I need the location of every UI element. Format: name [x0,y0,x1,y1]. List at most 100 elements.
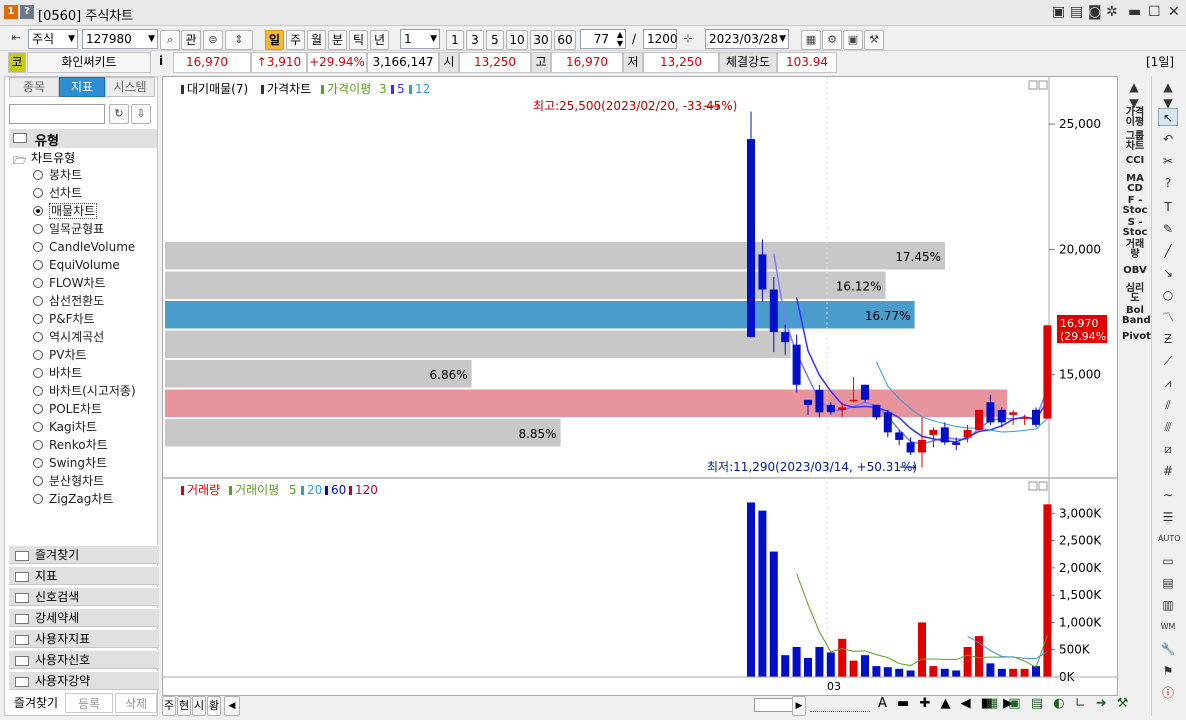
chart-type-item[interactable]: Swing차트 [27,454,107,472]
tab-stock[interactable]: 종목 [9,77,59,97]
date-picker[interactable]: 2023/03/28 ▼ [705,29,789,49]
bottom-tab-market[interactable]: 시 [192,696,206,716]
radio-button[interactable] [33,242,43,252]
document-icon[interactable]: ▤ [1158,574,1178,592]
chart-export-controls[interactable]: ▦ ▣ ▤ ◐ ∟ ➜ ⚒ [986,696,1131,711]
interval-1-button[interactable]: 1 [446,30,464,50]
interval-3-button[interactable]: 3 [466,30,484,50]
auto-icon[interactable]: AUTO [1158,530,1181,548]
radio-button[interactable] [33,386,43,396]
wrench-icon[interactable]: 🔧 [1158,640,1178,658]
shortcut-macd[interactable]: MA CD [1122,174,1148,194]
chart-type-item[interactable]: 봉차트 [27,166,82,184]
period-minute-button[interactable]: 분 [328,30,347,50]
ray-icon[interactable]: ↘ [1158,264,1178,282]
minimize-icon[interactable]: ▬ [1128,4,1141,20]
bottom-tab-week[interactable]: 주 [162,696,176,716]
radio-button[interactable] [33,404,43,414]
chart-type-item[interactable]: ZigZag차트 [27,490,113,508]
window-icon[interactable]: ▭ [1158,552,1178,570]
group-header[interactable]: 유형 [9,129,157,149]
info-circle-icon[interactable]: ⓘ [1158,684,1178,702]
total-count-input[interactable]: 1200 [643,29,678,49]
interval-select[interactable]: 1 ▼ [400,29,440,49]
close-icon[interactable]: ✕ [1168,4,1180,20]
link-stock-icon[interactable]: ⊜ [203,30,223,50]
shortcut-cci[interactable]: CCI [1122,156,1148,166]
chart-type-item[interactable]: EquiVolume [27,256,120,274]
brush-icon[interactable]: ✎ [1158,220,1178,238]
interval-10-button[interactable]: 10 [506,30,528,50]
radio-button[interactable] [33,224,43,234]
gear-icon[interactable]: ⚙ [822,30,842,50]
radio-button[interactable] [33,188,43,198]
tab-system[interactable]: 시스템 [105,77,155,97]
chart-type-item[interactable]: FLOW차트 [27,274,106,292]
chart-type-item[interactable]: PV차트 [27,346,87,364]
undo-icon[interactable]: ↶ [1158,130,1178,148]
folder-item[interactable]: 즐겨찾기 [9,545,159,564]
scroll-right-icon[interactable]: ▶ [792,696,806,716]
delete-button[interactable]: 삭제 [115,693,157,713]
camera-icon[interactable]: ◙ [1088,4,1102,20]
chart-type-item[interactable]: 삼선전환도 [27,292,104,310]
wm-icon[interactable]: WM [1158,618,1178,636]
register-button[interactable]: 등록 [65,693,113,713]
shortcut-psychology[interactable]: 심리 도 [1122,284,1148,304]
radio-button[interactable] [33,440,43,450]
chart-svg[interactable]: 17.45% 16.12% 16.77% 6.86% 8.85% 25,000 20,00… [163,77,1117,695]
chart-type-item[interactable]: 바차트 [27,364,82,382]
fibonacci-icon[interactable]: ⫽ [1158,396,1178,414]
interval-5-button[interactable]: 5 [486,30,504,50]
radio-button[interactable] [33,278,43,288]
chart-area[interactable]: 17.45% 16.12% 16.77% 6.86% 8.85% 25,000 20,00… [162,76,1118,696]
info-button[interactable]: i [153,52,169,73]
chart-type-item[interactable]: Renko차트 [27,436,108,454]
folder-item[interactable]: 지표 [9,566,159,585]
view-count-stepper[interactable]: 77 ▲ ▼ [580,29,626,49]
bottom-tab-current[interactable]: 현 [177,696,191,716]
circle-icon[interactable]: ○ [1158,286,1178,304]
updown-icon[interactable]: ⇕ [225,30,253,50]
grid-icon[interactable]: # [1158,462,1178,480]
shortcut-volume[interactable]: 거래 량 [1122,240,1148,260]
settings-icon[interactable]: ✲ [1106,4,1118,20]
chart-type-item[interactable]: 매물차트 [27,202,98,220]
bar-chart-icon[interactable]: ▥ [1158,596,1178,614]
radio-button[interactable] [33,494,43,504]
maximize-icon[interactable]: ☐ [1148,4,1161,20]
shortcut-group-chart[interactable]: 그룹 차트 [1122,132,1148,152]
fan-icon[interactable]: ⩘ [1158,374,1178,392]
refresh-icon[interactable]: ↻ [109,104,129,124]
stock-name[interactable]: 화인써키트 [27,52,151,73]
radio-button[interactable] [33,206,43,216]
chart-type-item[interactable]: CandleVolume [27,238,135,256]
back-arrows-icon[interactable]: ⇤ [6,29,26,49]
save-icon[interactable]: ▣ [843,30,863,50]
chart-type-item[interactable]: 일목균형표 [27,220,104,238]
period-week-button[interactable]: 주 [286,30,305,50]
chart-type-item[interactable]: POLE차트 [27,400,102,418]
radio-button[interactable] [33,314,43,324]
interval-30-button[interactable]: 30 [530,30,552,50]
interval-60-button[interactable]: 60 [554,30,576,50]
shortcut-obv[interactable]: OBV [1122,266,1148,276]
market-select[interactable]: 주식 ▼ [28,29,78,49]
radio-button[interactable] [33,368,43,378]
indicator-search-input[interactable] [9,104,105,124]
help-badge[interactable]: ? [20,5,34,19]
tab-indicator[interactable]: 지표 [59,77,105,97]
chart-type-item[interactable]: 역시계곡선 [27,328,104,346]
chart-type-item[interactable]: 선차트 [27,184,82,202]
radio-button[interactable] [33,350,43,360]
shortcut-pivot[interactable]: Pivot [1122,332,1151,342]
shortcut-price-ma[interactable]: 가격 이평 [1122,108,1148,128]
candle-settings-icon[interactable]: ⚑ [1158,662,1178,680]
help-icon[interactable]: ? [1158,174,1178,192]
radio-button[interactable] [33,476,43,486]
shortcut-s-stoc[interactable]: S - Stoc [1122,218,1148,238]
shortcut-bollinger[interactable]: Bol Band [1122,306,1151,326]
period-year-button[interactable]: 년 [370,30,389,50]
chart-type-item[interactable]: 분산형차트 [27,472,104,490]
bottom-tab-status[interactable]: 황 [207,696,221,716]
